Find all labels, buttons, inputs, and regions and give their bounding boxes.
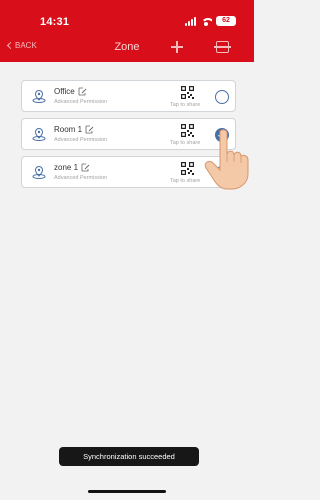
zone-name-row: Room 1 [54,125,94,134]
signal-icon [185,16,196,26]
header: 14:31 62 BACK Zone [0,0,254,62]
zone-pin-icon [32,165,46,179]
share-label[interactable]: Tap to share [170,178,200,184]
radio-icon[interactable] [215,90,229,104]
zone-permission: Advanced Permission [54,175,108,181]
zone-pin-icon [32,127,46,141]
qr-code-icon[interactable] [181,162,194,175]
zone-name-row: zone 1 [54,163,90,172]
zone-permission: Advanced Permission [54,99,108,105]
zone-name: Room 1 [54,125,83,134]
zone-item[interactable]: Office Advanced Permission Tap to share [21,80,236,112]
zone-pin-icon [32,89,46,103]
scan-button[interactable] [214,41,231,53]
qr-code-icon[interactable] [181,86,194,99]
toast-message: Synchronization succeeded [59,447,199,466]
wifi-icon [200,17,212,26]
home-indicator [88,490,166,493]
edit-icon[interactable] [85,125,94,134]
zone-name: Office [54,87,75,96]
zone-name-row: Office [54,87,87,96]
share-label[interactable]: Tap to share [170,102,200,108]
zone-name: zone 1 [54,163,79,172]
edit-icon[interactable] [78,87,87,96]
share-label[interactable]: Tap to share [170,140,200,146]
status-time: 14:31 [40,16,70,28]
edit-icon[interactable] [81,163,90,172]
add-zone-button[interactable] [171,41,183,53]
zone-permission: Advanced Permission [54,137,108,143]
hand-pointer-icon [204,129,249,190]
battery-icon: 62 [216,16,236,26]
qr-code-icon[interactable] [181,124,194,137]
status-icons: 62 [185,15,236,27]
